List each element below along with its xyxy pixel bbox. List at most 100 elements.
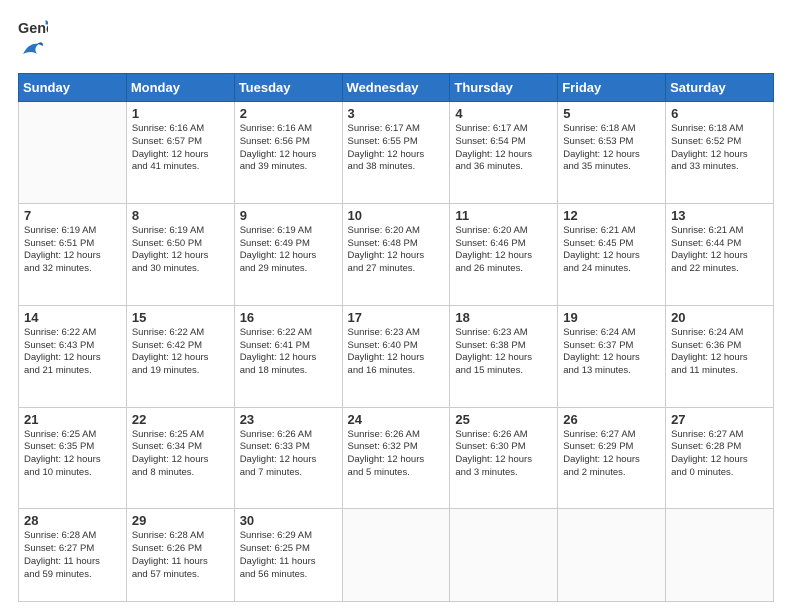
cell-info: Sunrise: 6:22 AM Sunset: 6:42 PM Dayligh… (132, 327, 229, 378)
cell-info: Sunrise: 6:19 AM Sunset: 6:50 PM Dayligh… (132, 225, 229, 276)
calendar-cell (342, 509, 450, 602)
day-number: 19 (563, 310, 660, 325)
day-number: 12 (563, 208, 660, 223)
logo: General (18, 18, 48, 63)
svg-text:General: General (18, 21, 48, 37)
cell-info: Sunrise: 6:27 AM Sunset: 6:29 PM Dayligh… (563, 429, 660, 480)
calendar-cell (666, 509, 774, 602)
day-number: 7 (24, 208, 121, 223)
cell-info: Sunrise: 6:20 AM Sunset: 6:46 PM Dayligh… (455, 225, 552, 276)
day-number: 17 (348, 310, 445, 325)
calendar-cell (450, 509, 558, 602)
day-number: 30 (240, 513, 337, 528)
calendar-week-4: 28Sunrise: 6:28 AM Sunset: 6:27 PM Dayli… (19, 509, 774, 602)
day-number: 20 (671, 310, 768, 325)
day-number: 21 (24, 412, 121, 427)
cell-info: Sunrise: 6:22 AM Sunset: 6:43 PM Dayligh… (24, 327, 121, 378)
day-number: 11 (455, 208, 552, 223)
calendar-cell: 26 Sunrise: 6:27 AM Sunset: 6:29 PM Dayli… (558, 407, 666, 509)
calendar-table: SundayMondayTuesdayWednesdayThursdayFrid… (18, 73, 774, 602)
day-number: 25 (455, 412, 552, 427)
calendar-cell: 6Sunrise: 6:18 AM Sunset: 6:52 PM Daylig… (666, 102, 774, 204)
calendar-cell: 9 Sunrise: 6:19 AM Sunset: 6:49 PM Daylig… (234, 203, 342, 305)
calendar-cell: 27 Sunrise: 6:27 AM Sunset: 6:28 PM Dayli… (666, 407, 774, 509)
logo-bird-icon: General (18, 18, 48, 40)
weekday-header-tuesday: Tuesday (234, 74, 342, 102)
cell-info: Sunrise: 6:29 AM Sunset: 6:25 PM Dayligh… (240, 530, 337, 581)
day-number: 4 (455, 106, 552, 121)
calendar-header-row: SundayMondayTuesdayWednesdayThursdayFrid… (19, 74, 774, 102)
day-number: 5 (563, 106, 660, 121)
cell-info: Sunrise: 6:26 AM Sunset: 6:30 PM Dayligh… (455, 429, 552, 480)
weekday-header-thursday: Thursday (450, 74, 558, 102)
cell-info: Sunrise: 6:28 AM Sunset: 6:26 PM Dayligh… (132, 530, 229, 581)
day-number: 10 (348, 208, 445, 223)
cell-info: Sunrise: 6:16 AM Sunset: 6:57 PM Dayligh… (132, 123, 229, 174)
calendar-cell (558, 509, 666, 602)
cell-info: Sunrise: 6:26 AM Sunset: 6:33 PM Dayligh… (240, 429, 337, 480)
cell-info: Sunrise: 6:24 AM Sunset: 6:36 PM Dayligh… (671, 327, 768, 378)
day-number: 16 (240, 310, 337, 325)
day-number: 26 (563, 412, 660, 427)
calendar-week-1: 7 Sunrise: 6:19 AM Sunset: 6:51 PM Daylig… (19, 203, 774, 305)
cell-info: Sunrise: 6:21 AM Sunset: 6:45 PM Dayligh… (563, 225, 660, 276)
calendar-week-2: 14Sunrise: 6:22 AM Sunset: 6:43 PM Dayli… (19, 305, 774, 407)
day-number: 29 (132, 513, 229, 528)
day-number: 22 (132, 412, 229, 427)
calendar-cell: 12 Sunrise: 6:21 AM Sunset: 6:45 PM Dayli… (558, 203, 666, 305)
day-number: 27 (671, 412, 768, 427)
cell-info: Sunrise: 6:25 AM Sunset: 6:35 PM Dayligh… (24, 429, 121, 480)
calendar-cell: 5Sunrise: 6:18 AM Sunset: 6:53 PM Daylig… (558, 102, 666, 204)
calendar-cell: 14Sunrise: 6:22 AM Sunset: 6:43 PM Dayli… (19, 305, 127, 407)
calendar-cell: 28Sunrise: 6:28 AM Sunset: 6:27 PM Dayli… (19, 509, 127, 602)
calendar-cell: 22 Sunrise: 6:25 AM Sunset: 6:34 PM Dayli… (126, 407, 234, 509)
calendar-cell: 30 Sunrise: 6:29 AM Sunset: 6:25 PM Dayli… (234, 509, 342, 602)
day-number: 23 (240, 412, 337, 427)
cell-info: Sunrise: 6:23 AM Sunset: 6:40 PM Dayligh… (348, 327, 445, 378)
cell-info: Sunrise: 6:19 AM Sunset: 6:49 PM Dayligh… (240, 225, 337, 276)
weekday-header-saturday: Saturday (666, 74, 774, 102)
cell-info: Sunrise: 6:21 AM Sunset: 6:44 PM Dayligh… (671, 225, 768, 276)
cell-info: Sunrise: 6:24 AM Sunset: 6:37 PM Dayligh… (563, 327, 660, 378)
calendar-cell: 10 Sunrise: 6:20 AM Sunset: 6:48 PM Dayli… (342, 203, 450, 305)
calendar-cell: 1 Sunrise: 6:16 AM Sunset: 6:57 PM Daylig… (126, 102, 234, 204)
day-number: 13 (671, 208, 768, 223)
calendar-cell: 25 Sunrise: 6:26 AM Sunset: 6:30 PM Dayli… (450, 407, 558, 509)
cell-info: Sunrise: 6:26 AM Sunset: 6:32 PM Dayligh… (348, 429, 445, 480)
weekday-header-friday: Friday (558, 74, 666, 102)
calendar-cell: 19 Sunrise: 6:24 AM Sunset: 6:37 PM Dayli… (558, 305, 666, 407)
calendar-cell: 8 Sunrise: 6:19 AM Sunset: 6:50 PM Daylig… (126, 203, 234, 305)
day-number: 9 (240, 208, 337, 223)
day-number: 15 (132, 310, 229, 325)
day-number: 3 (348, 106, 445, 121)
calendar-cell (19, 102, 127, 204)
calendar-cell: 23 Sunrise: 6:26 AM Sunset: 6:33 PM Dayli… (234, 407, 342, 509)
cell-info: Sunrise: 6:16 AM Sunset: 6:56 PM Dayligh… (240, 123, 337, 174)
cell-info: Sunrise: 6:27 AM Sunset: 6:28 PM Dayligh… (671, 429, 768, 480)
calendar-week-0: 1 Sunrise: 6:16 AM Sunset: 6:57 PM Daylig… (19, 102, 774, 204)
calendar-cell: 2Sunrise: 6:16 AM Sunset: 6:56 PM Daylig… (234, 102, 342, 204)
calendar-cell: 29 Sunrise: 6:28 AM Sunset: 6:26 PM Dayli… (126, 509, 234, 602)
cell-info: Sunrise: 6:25 AM Sunset: 6:34 PM Dayligh… (132, 429, 229, 480)
weekday-header-wednesday: Wednesday (342, 74, 450, 102)
calendar-cell: 3 Sunrise: 6:17 AM Sunset: 6:55 PM Daylig… (342, 102, 450, 204)
cell-info: Sunrise: 6:22 AM Sunset: 6:41 PM Dayligh… (240, 327, 337, 378)
cell-info: Sunrise: 6:17 AM Sunset: 6:54 PM Dayligh… (455, 123, 552, 174)
day-number: 8 (132, 208, 229, 223)
calendar-cell: 20 Sunrise: 6:24 AM Sunset: 6:36 PM Dayli… (666, 305, 774, 407)
cell-info: Sunrise: 6:19 AM Sunset: 6:51 PM Dayligh… (24, 225, 121, 276)
page: General SundayMondayTuesdayWednesdayThur… (0, 0, 792, 612)
day-number: 24 (348, 412, 445, 427)
cell-info: Sunrise: 6:20 AM Sunset: 6:48 PM Dayligh… (348, 225, 445, 276)
day-number: 1 (132, 106, 229, 121)
day-number: 18 (455, 310, 552, 325)
calendar-cell: 4 Sunrise: 6:17 AM Sunset: 6:54 PM Daylig… (450, 102, 558, 204)
cell-info: Sunrise: 6:18 AM Sunset: 6:52 PM Dayligh… (671, 123, 768, 174)
bird-icon (21, 40, 43, 60)
calendar-cell: 11 Sunrise: 6:20 AM Sunset: 6:46 PM Dayli… (450, 203, 558, 305)
calendar-cell: 16 Sunrise: 6:22 AM Sunset: 6:41 PM Dayli… (234, 305, 342, 407)
calendar-cell: 21 Sunrise: 6:25 AM Sunset: 6:35 PM Dayli… (19, 407, 127, 509)
calendar-cell: 24 Sunrise: 6:26 AM Sunset: 6:32 PM Dayli… (342, 407, 450, 509)
cell-info: Sunrise: 6:17 AM Sunset: 6:55 PM Dayligh… (348, 123, 445, 174)
weekday-header-monday: Monday (126, 74, 234, 102)
